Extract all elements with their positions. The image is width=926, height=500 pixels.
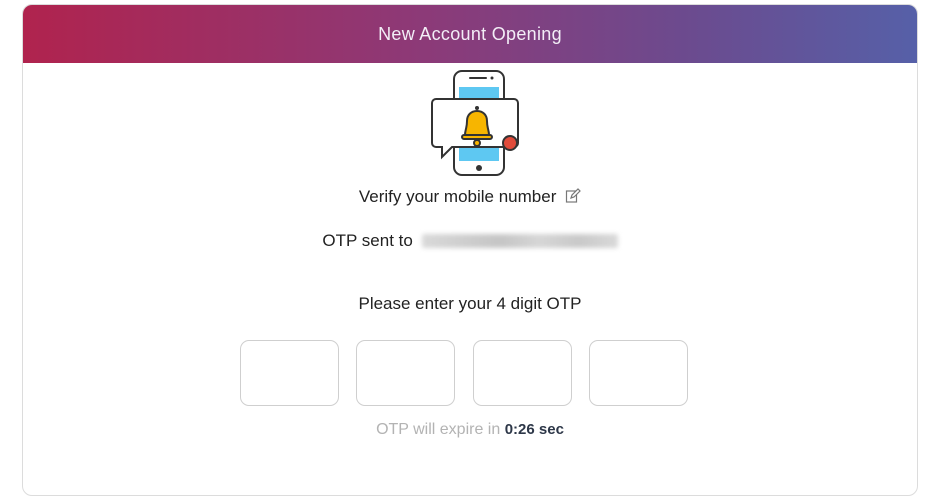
otp-digit-1[interactable] bbox=[240, 340, 339, 406]
edit-icon[interactable] bbox=[565, 188, 581, 204]
otp-digit-4[interactable] bbox=[588, 340, 688, 406]
verify-mobile-row: Verify your mobile number bbox=[23, 187, 917, 207]
otp-sent-row: OTP sent to bbox=[23, 231, 917, 251]
otp-digit-2[interactable] bbox=[356, 340, 456, 406]
otp-timer-prefix: OTP will expire in bbox=[376, 421, 501, 438]
verify-mobile-label: Verify your mobile number bbox=[358, 187, 557, 206]
phone-notification-bell-icon bbox=[431, 70, 519, 176]
otp-prompt: Please enter your 4 digit OTP bbox=[358, 294, 582, 313]
otp-timer: OTP will expire in 0:26 sec bbox=[23, 421, 917, 439]
otp-input-group bbox=[240, 340, 688, 408]
account-opening-card: New Account Opening Verify your mobile n… bbox=[22, 4, 918, 496]
page-title: New Account Opening bbox=[378, 23, 562, 44]
otp-sent-label: OTP sent to bbox=[322, 231, 413, 250]
card-header: New Account Opening bbox=[23, 5, 917, 63]
masked-phone-number bbox=[421, 234, 618, 248]
otp-timer-value: 0:26 sec bbox=[504, 421, 564, 438]
otp-digit-3[interactable] bbox=[472, 340, 572, 406]
